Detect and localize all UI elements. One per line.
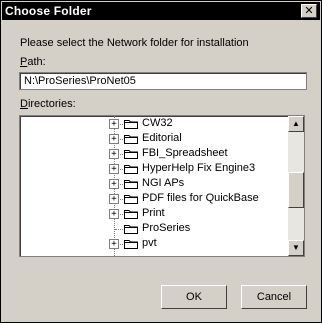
folder-icon xyxy=(124,149,138,159)
window-title: Choose Folder xyxy=(5,4,92,18)
tree-branch-line xyxy=(115,229,123,230)
tree-item-label: ProSeries xyxy=(142,222,191,234)
tree-item-label: CW32 xyxy=(142,117,173,129)
tree-item-label: FBI_Spreadsheet xyxy=(142,147,228,159)
choose-folder-dialog: Choose Folder ✕ Please select the Networ… xyxy=(0,0,322,323)
tree-item[interactable]: + PDF files for QuickBase xyxy=(20,192,270,206)
scroll-up-button[interactable]: ▲ xyxy=(288,116,304,132)
close-icon: ✕ xyxy=(304,4,314,17)
folder-icon xyxy=(124,134,138,144)
arrow-down-icon: ▼ xyxy=(292,243,300,252)
tree-item[interactable]: + HyperHelp Fix Engine3 xyxy=(20,162,270,176)
cancel-button[interactable]: Cancel xyxy=(241,285,307,309)
tree-item-label: Print xyxy=(142,207,165,219)
tree-item-label: NGI APs xyxy=(142,177,185,189)
arrow-up-icon: ▲ xyxy=(292,119,300,128)
path-input[interactable] xyxy=(19,72,307,90)
folder-icon xyxy=(124,164,138,174)
tree-item-label: HyperHelp Fix Engine3 xyxy=(142,162,256,174)
tree-item[interactable]: + NGI APs xyxy=(20,177,270,191)
vertical-scrollbar[interactable]: ▲ ▼ xyxy=(288,116,304,256)
tree-branch-line xyxy=(118,214,123,215)
tree-item[interactable]: + CW32 xyxy=(20,117,270,131)
directories-label: Directories: xyxy=(20,98,76,110)
title-bar[interactable]: Choose Folder ✕ xyxy=(2,2,320,20)
tree-item-label: Editorial xyxy=(142,132,182,144)
scroll-down-button[interactable]: ▼ xyxy=(288,240,304,256)
directory-tree[interactable]: + CW32 + Editorial + FBI_Spreadsheet + HyperHel… xyxy=(19,115,305,257)
folder-icon xyxy=(124,224,138,234)
tree-item[interactable]: ProSeries xyxy=(20,222,270,236)
folder-icon xyxy=(124,194,138,204)
close-button[interactable]: ✕ xyxy=(301,4,317,18)
folder-icon xyxy=(124,239,138,249)
tree-item[interactable]: + Editorial xyxy=(20,132,270,146)
folder-icon xyxy=(124,179,138,189)
tree-branch-line xyxy=(118,244,123,245)
tree-branch-line xyxy=(118,139,123,140)
tree-item-label: pvt xyxy=(142,237,157,249)
ok-button[interactable]: OK xyxy=(161,285,227,309)
tree-branch-line xyxy=(118,124,123,125)
tree-branch-line xyxy=(118,154,123,155)
folder-icon xyxy=(124,119,138,129)
path-label: Path: xyxy=(20,56,46,68)
tree-item[interactable]: + Print xyxy=(20,207,270,221)
tree-branch-line xyxy=(118,169,123,170)
scroll-thumb[interactable] xyxy=(288,172,304,208)
folder-icon xyxy=(124,209,138,219)
tree-item-label: PDF files for QuickBase xyxy=(142,192,259,204)
tree-branch-line xyxy=(118,199,123,200)
tree-item[interactable]: + FBI_Spreadsheet xyxy=(20,147,270,161)
instruction-text: Please select the Network folder for ins… xyxy=(20,37,249,49)
tree-branch-line xyxy=(118,184,123,185)
tree-item[interactable]: + pvt xyxy=(20,237,270,251)
